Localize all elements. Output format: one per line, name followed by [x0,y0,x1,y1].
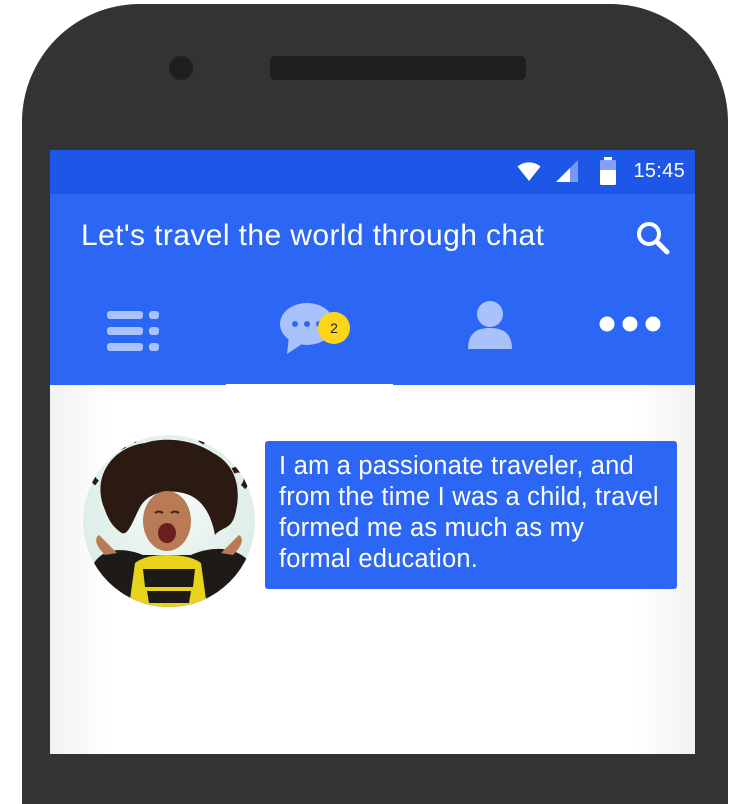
front-camera [169,56,193,80]
tab-list[interactable] [50,286,226,385]
tab-profile[interactable] [393,286,543,385]
app-bar: Let's travel the world through chat [50,194,695,385]
person-icon [468,301,512,349]
earpiece-speaker [270,56,526,80]
status-bar: 15:45 [50,150,695,194]
avatar-photo [83,435,255,607]
search-button[interactable] [635,220,671,256]
avatar[interactable] [83,435,255,607]
tab-more[interactable] [543,286,695,385]
signal-icon [556,160,578,182]
unread-badge[interactable]: 2 [318,312,350,344]
wifi-icon [517,162,541,181]
status-time: 15:45 [633,160,685,182]
search-icon [637,222,670,255]
chat-content: I am a passionate traveler, and from the… [50,385,695,754]
list-icon [107,311,159,351]
more-icon [599,316,661,332]
app-title: Let's travel the world through chat [81,219,545,252]
phone-screen: 15:45 Let's travel the world through cha… [50,150,695,754]
message-bubble[interactable]: I am a passionate traveler, and from the… [265,441,677,589]
tab-chat[interactable] [226,286,393,385]
message-text: I am a passionate traveler, and from the… [279,452,659,573]
tab-bar [50,286,695,385]
battery-icon [600,157,616,185]
